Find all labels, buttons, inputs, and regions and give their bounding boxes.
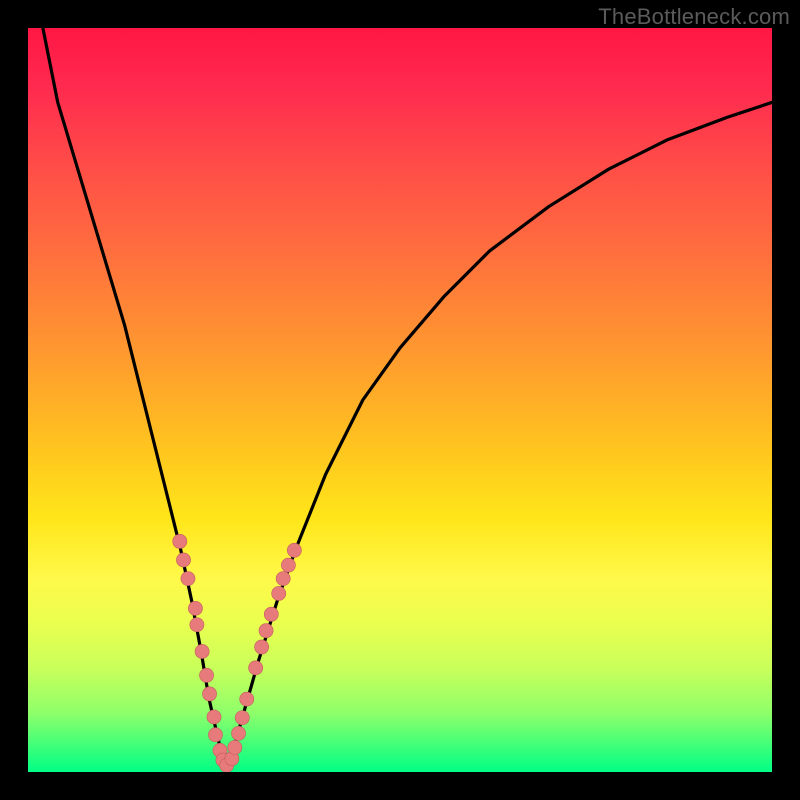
bead-marker	[208, 728, 222, 742]
bead-layer	[173, 534, 302, 772]
bead-marker	[176, 553, 190, 567]
bead-marker	[173, 534, 187, 548]
bead-marker	[255, 640, 269, 654]
bead-marker	[202, 687, 216, 701]
plot-area	[28, 28, 772, 772]
bead-marker	[235, 711, 249, 725]
bead-marker	[231, 726, 245, 740]
bead-marker	[264, 607, 278, 621]
bead-marker	[276, 571, 290, 585]
bead-marker	[259, 624, 273, 638]
curve-right-curve	[226, 102, 772, 768]
bead-marker	[228, 740, 242, 754]
bead-marker	[287, 543, 301, 557]
bead-marker	[281, 558, 295, 572]
bead-marker	[188, 601, 202, 615]
chart-frame: TheBottleneck.com	[0, 0, 800, 800]
curve-layer	[43, 28, 772, 768]
watermark-text: TheBottleneck.com	[598, 4, 790, 30]
bead-marker	[249, 661, 263, 675]
bead-marker	[272, 586, 286, 600]
bead-marker	[181, 571, 195, 585]
bead-marker	[195, 644, 209, 658]
bead-marker	[207, 710, 221, 724]
bead-marker	[240, 692, 254, 706]
bead-marker	[190, 618, 204, 632]
chart-svg	[28, 28, 772, 772]
bead-marker	[199, 668, 213, 682]
